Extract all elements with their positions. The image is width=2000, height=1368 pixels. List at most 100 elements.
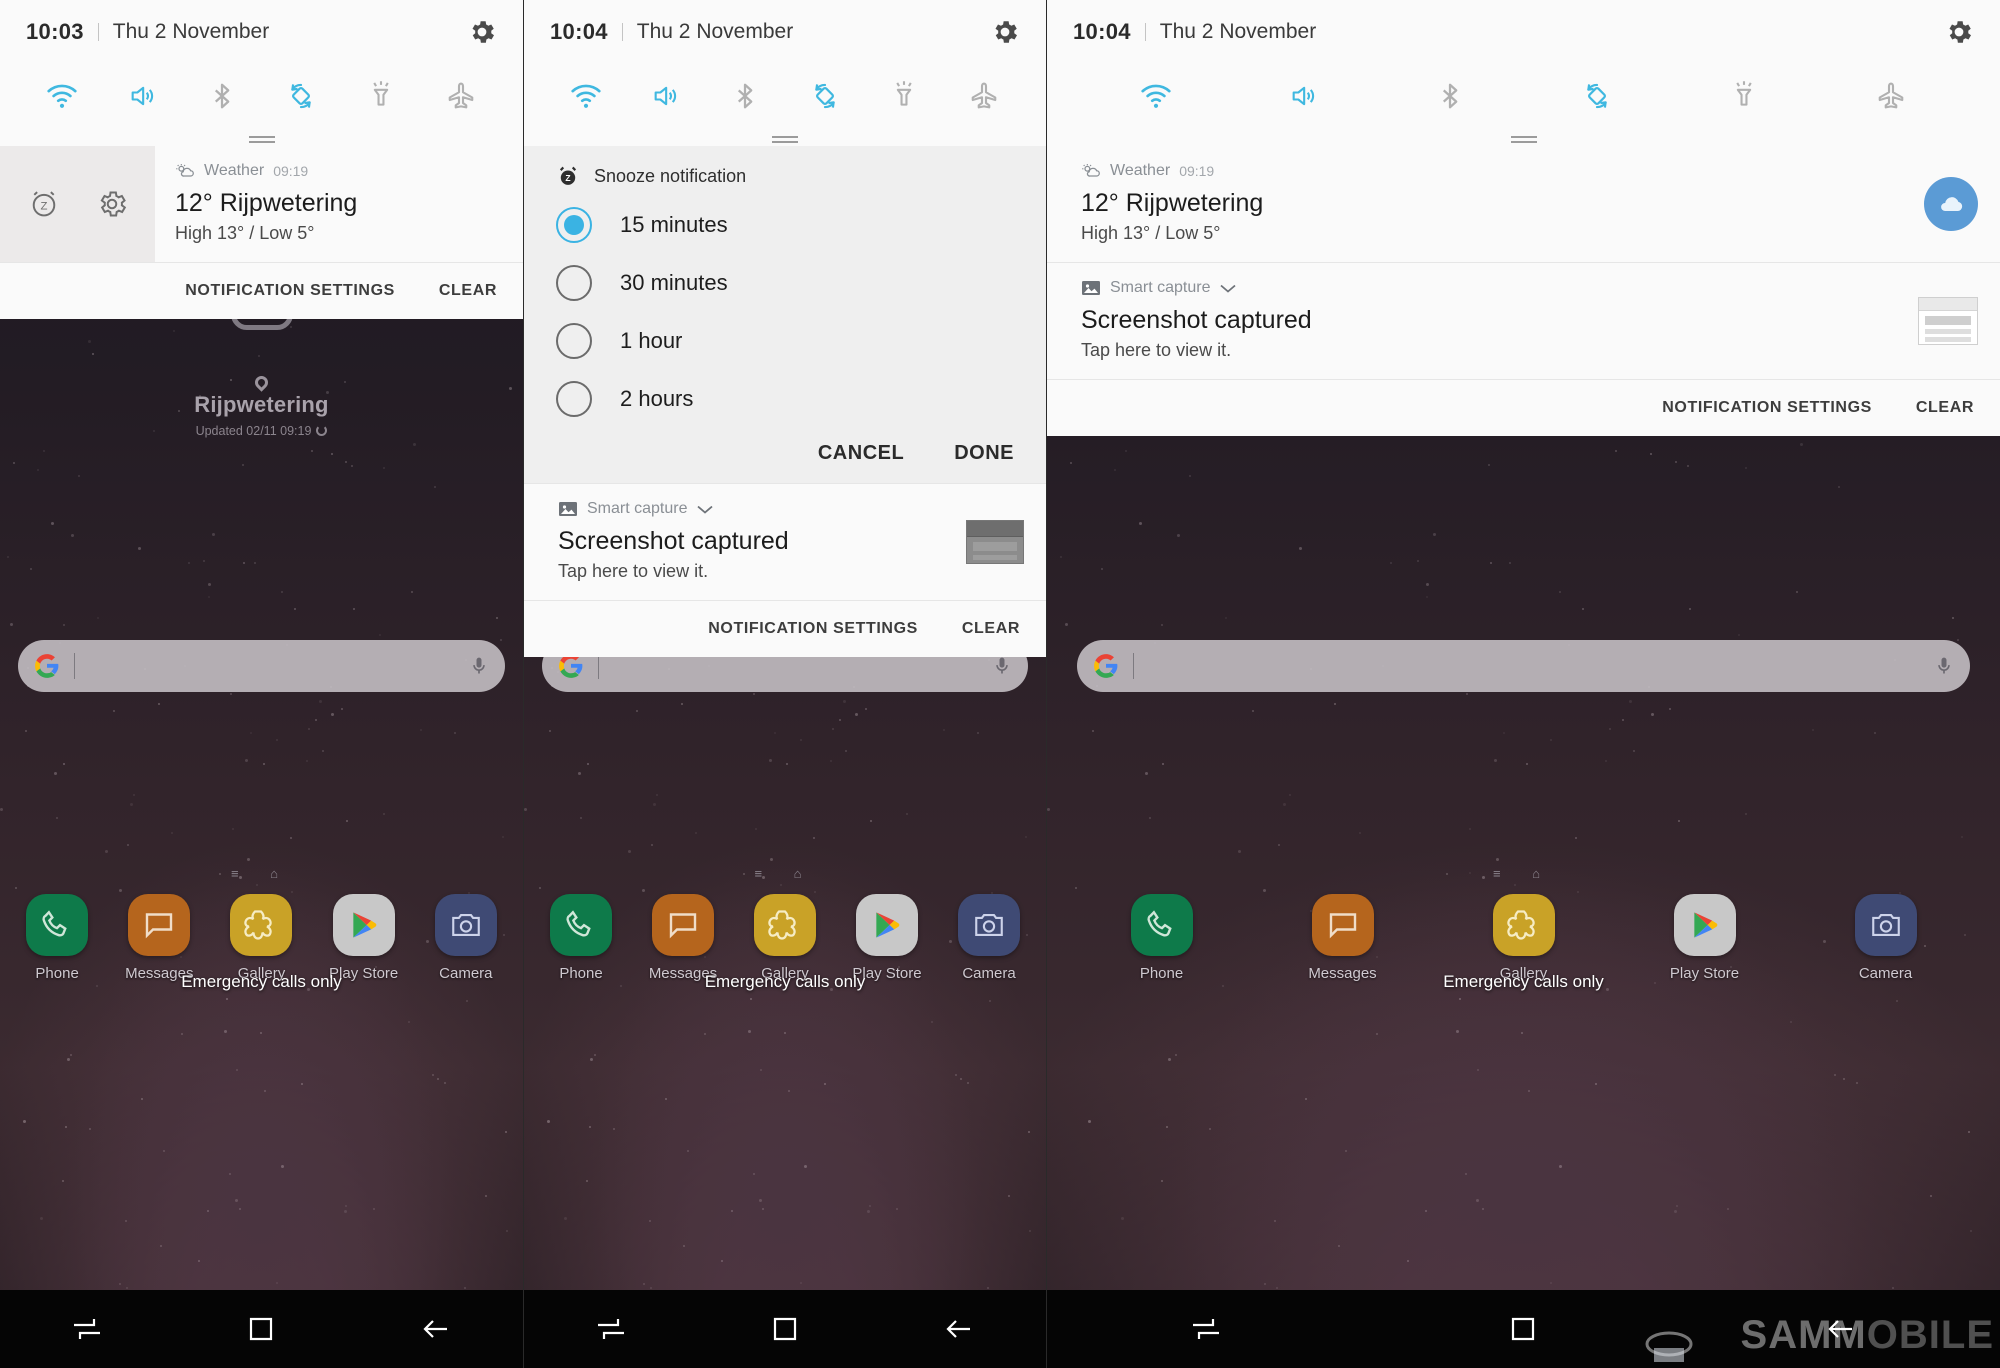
notification-smart-capture[interactable]: Smart capture Screenshot captured Tap he… [524,484,1046,600]
gear-icon[interactable] [990,17,1020,47]
play-store-icon [1673,894,1736,956]
auto-rotate-toggle[interactable] [1574,75,1620,117]
clear-button[interactable]: CLEAR [962,620,1020,638]
sound-toggle[interactable] [642,75,688,117]
shade-grabber[interactable] [0,128,523,146]
radio-button[interactable] [556,207,592,243]
snooze-option-2h[interactable]: 2 hours [524,370,1046,428]
bluetooth-toggle[interactable] [199,75,245,117]
app-dock: Phone Messages Gallery Play Store Camera [1047,894,2000,982]
dock-item-phone[interactable]: Phone [13,894,101,982]
google-search-bar[interactable] [1077,640,1970,692]
dock-item-play-store[interactable]: Play Store [320,894,408,982]
home-button[interactable] [1488,1306,1558,1352]
back-button[interactable] [401,1306,471,1352]
wifi-toggle[interactable] [39,75,85,117]
play-store-icon [332,894,395,956]
clear-button[interactable]: CLEAR [439,282,497,300]
notification-smart-capture[interactable]: Smart capture Screenshot captured Tap he… [1047,263,2000,379]
flashlight-toggle[interactable] [358,75,404,117]
page-indicator: ≡ ⌂ [754,866,816,881]
camera-icon [958,894,1020,956]
auto-rotate-toggle[interactable] [278,75,324,117]
map-pin-icon [252,373,271,392]
notification-weather[interactable]: Weather 09:19 12° Rijpwetering High 13° … [1047,146,2000,262]
auto-rotate-toggle[interactable] [802,75,848,117]
snooze-option-1h[interactable]: 1 hour [524,312,1046,370]
notification-subtitle: Tap here to view it. [558,561,709,581]
gear-icon[interactable] [1944,17,1974,47]
notification-weather[interactable]: Z Weather 09:19 12° Rijpwetering High 13… [0,146,523,262]
microphone-icon[interactable] [469,653,489,679]
shade-grabber[interactable] [1047,128,2000,146]
notification-title: 12° Rijpwetering [175,189,358,217]
wifi-toggle[interactable] [563,75,609,117]
gear-icon[interactable] [467,17,497,47]
recents-button[interactable] [1171,1306,1241,1352]
dock-item-camera[interactable]: Camera [945,894,1033,982]
dock-item-play-store[interactable]: Play Store [1661,894,1749,982]
notification-app-name: Weather [1110,162,1171,179]
home-button[interactable] [226,1306,296,1352]
dock-item-gallery[interactable]: Gallery [217,894,305,982]
screenshot-thumbnail[interactable] [966,520,1024,564]
dock-item-messages[interactable]: Messages [115,894,203,982]
dock-item-messages[interactable]: Messages [639,894,727,982]
cancel-button[interactable]: CANCEL [818,442,904,465]
sound-toggle[interactable] [119,75,165,117]
notification-settings-button[interactable]: NOTIFICATION SETTINGS [185,282,395,300]
quick-toggles [524,64,1046,128]
sound-toggle[interactable] [1280,75,1326,117]
flashlight-toggle[interactable] [881,75,927,117]
gear-icon[interactable] [96,188,128,220]
dock-item-play-store[interactable]: Play Store [843,894,931,982]
dock-item-phone[interactable]: Phone [537,894,625,982]
airplane-toggle[interactable] [438,75,484,117]
flower-icon [754,894,816,956]
recents-button[interactable] [576,1306,646,1352]
dock-item-phone[interactable]: Phone [1118,894,1206,982]
back-button[interactable] [924,1306,994,1352]
screenshot-thumbnail[interactable] [1918,297,1978,345]
radio-button[interactable] [556,323,592,359]
cloud-badge-icon[interactable] [1924,177,1978,231]
snooze-option-30[interactable]: 30 minutes [524,254,1046,312]
dock-item-camera[interactable]: Camera [422,894,510,982]
dock-item-camera[interactable]: Camera [1842,894,1930,982]
microphone-icon[interactable] [1934,653,1954,679]
recents-button[interactable] [52,1306,122,1352]
dock-item-messages[interactable]: Messages [1299,894,1387,982]
google-search-bar[interactable] [18,640,505,692]
clear-button[interactable]: CLEAR [1916,399,1974,417]
wifi-toggle[interactable] [1133,75,1179,117]
panel-1: Rijpwetering Updated 02/11 09:19 ≡ ⌂ Pho… [0,0,523,1368]
snooze-option-15[interactable]: 15 minutes [524,196,1046,254]
home-button[interactable] [750,1306,820,1352]
search-divider [1133,653,1134,679]
quick-settings-shade: 10:04 Thu 2 November [1047,0,2000,436]
bluetooth-toggle[interactable] [722,75,768,117]
snooze-option-label: 2 hours [620,386,694,411]
bluetooth-toggle[interactable] [1427,75,1473,117]
chevron-down-icon[interactable] [696,503,714,515]
shade-grabber[interactable] [524,128,1046,146]
quick-settings-shade: 10:04 Thu 2 November [524,0,1046,657]
done-button[interactable]: DONE [954,442,1014,465]
dock-item-gallery[interactable]: Gallery [1480,894,1568,982]
notification-settings-button[interactable]: NOTIFICATION SETTINGS [708,620,918,638]
watermark: SAMMOBILE [1740,1313,1994,1357]
snooze-option-label: 1 hour [620,328,683,353]
dock-item-gallery[interactable]: Gallery [741,894,829,982]
chevron-down-icon[interactable] [1219,282,1237,294]
airplane-toggle[interactable] [1868,75,1914,117]
snooze-alarm-icon[interactable]: Z [28,188,60,220]
airplane-toggle[interactable] [961,75,1007,117]
weather-widget-location: Rijpwetering [194,392,329,417]
notification-settings-button[interactable]: NOTIFICATION SETTINGS [1662,399,1872,417]
radio-button[interactable] [556,265,592,301]
flashlight-toggle[interactable] [1721,75,1767,117]
notification-content: Smart capture Screenshot captured Tap he… [524,484,1046,600]
refresh-icon[interactable] [316,425,328,436]
sammobile-logo-icon [1645,1331,1693,1362]
radio-button[interactable] [556,381,592,417]
